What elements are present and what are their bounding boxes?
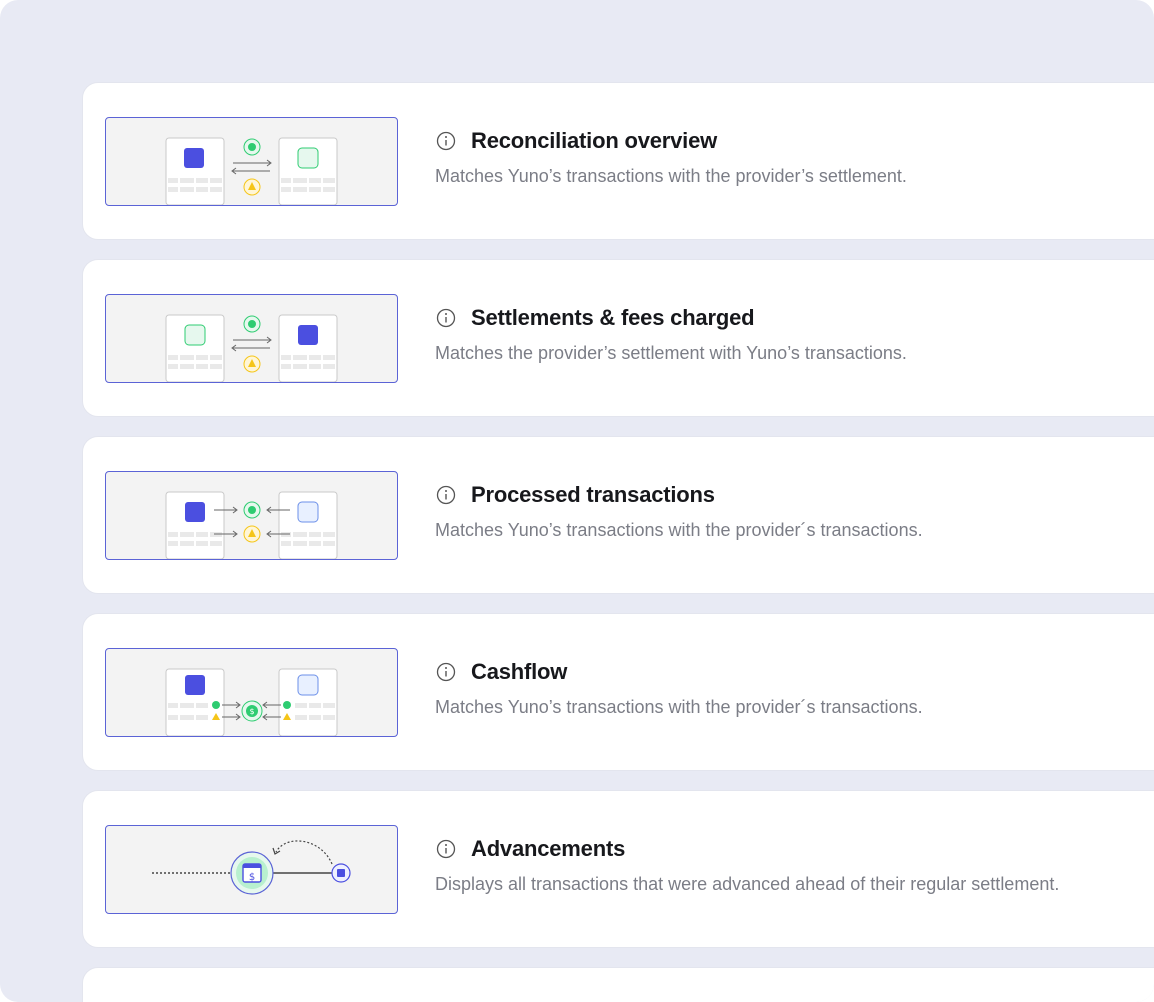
card-title: Reconciliation overview <box>471 128 718 153</box>
info-icon[interactable] <box>435 484 457 506</box>
reconciliation-overview-illustration <box>105 117 398 206</box>
report-card-settlements-fees[interactable]: Settlements & fees charged Matches the p… <box>82 259 1154 417</box>
card-description: Matches Yuno’s transactions with the pro… <box>435 520 923 540</box>
info-icon[interactable] <box>435 838 457 860</box>
card-title: Advancements <box>471 836 626 861</box>
advancements-illustration: $ <box>105 825 398 914</box>
card-title: Processed transactions <box>471 482 715 507</box>
report-card-reconciliation-overview[interactable]: Reconciliation overview Matches Yuno’s t… <box>82 82 1154 240</box>
svg-text:$: $ <box>249 707 254 716</box>
info-icon[interactable] <box>435 661 457 683</box>
card-description: Matches the provider’s settlement with Y… <box>435 343 907 363</box>
svg-text:$: $ <box>249 872 255 883</box>
info-icon[interactable] <box>435 307 457 329</box>
card-title: Settlements & fees charged <box>471 305 755 330</box>
report-types-panel: Reconciliation overview Matches Yuno’s t… <box>0 0 1154 1002</box>
settlements-fees-illustration <box>105 294 398 383</box>
report-card-advancements[interactable]: $ Advancements Displays all transactions… <box>82 790 1154 948</box>
card-title: Cashflow <box>471 659 568 684</box>
report-card-partial[interactable] <box>82 967 1154 1002</box>
report-card-cashflow[interactable]: $ Cashflow Matches Yuno’s transactions w… <box>82 613 1154 771</box>
report-card-processed-transactions[interactable]: Processed transactions Matches Yuno’s tr… <box>82 436 1154 594</box>
card-description: Matches Yuno’s transactions with the pro… <box>435 166 907 186</box>
report-card-list: Reconciliation overview Matches Yuno’s t… <box>82 82 1154 1002</box>
card-description: Matches Yuno’s transactions with the pro… <box>435 697 923 717</box>
info-icon[interactable] <box>435 130 457 152</box>
processed-transactions-illustration <box>105 471 398 560</box>
cashflow-illustration: $ <box>105 648 398 737</box>
card-description: Displays all transactions that were adva… <box>435 874 1060 894</box>
